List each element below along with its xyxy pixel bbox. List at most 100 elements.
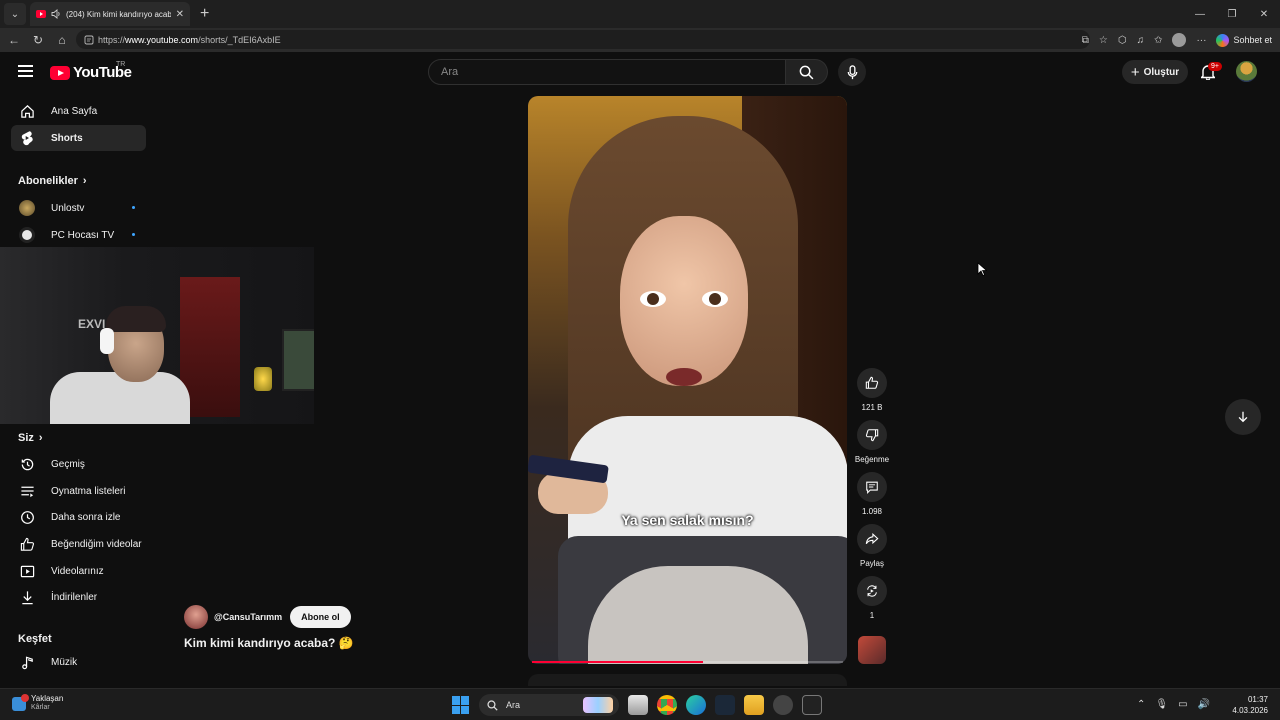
sidebar-item-playlists[interactable]: Oynatma listeleri [11,478,146,504]
speaker-icon[interactable] [51,9,61,19]
next-short-button[interactable] [1225,399,1261,435]
chrome-icon[interactable] [657,695,677,715]
maximize-icon[interactable]: ❐ [1216,0,1248,28]
refresh-icon[interactable]: ↻ [26,33,50,47]
copilot-button[interactable]: Sohbet et [1216,33,1272,47]
minimize-icon[interactable]: — [1184,0,1216,28]
steam-icon[interactable] [715,695,735,715]
share-label: Paylaş [859,559,884,568]
display-icon[interactable]: ▭ [1178,699,1187,710]
share-action: Paylaş [857,524,887,568]
tab-close-icon[interactable]: ✕ [176,9,184,20]
sound-thumbnail[interactable] [858,636,886,664]
short-video-player[interactable]: Ya sen salak mısın? [528,96,847,664]
sidebar-item-downloads[interactable]: İndirilenler [11,584,146,610]
search-button[interactable] [786,59,828,85]
microphone-icon[interactable]: 🎙 [1155,699,1168,710]
chevron-right-icon: › [38,432,43,444]
plus-icon: + [1130,63,1140,81]
sidebar-item-history[interactable]: Geçmiş [11,451,146,477]
channel-name: Unlostv [51,202,85,214]
site-info-icon[interactable] [84,35,94,45]
edge-icon[interactable] [686,695,706,715]
comments-button[interactable] [857,472,887,502]
volume-icon[interactable]: 🔊 [1198,699,1210,710]
webcam-lamp [254,367,272,391]
windows-start-icon[interactable] [452,696,470,714]
search-icon [487,699,498,711]
sidebar-item-label: Shorts [51,132,83,144]
home-icon[interactable]: ⌂ [50,33,74,47]
search-icon [799,65,814,79]
task-view-icon[interactable] [628,695,648,715]
favorites-icon[interactable]: ✩ [1154,35,1162,46]
window-controls: — ❐ ✕ [1184,0,1280,28]
you-heading[interactable]: Siz › [18,432,43,444]
tab-actions-chevron-icon[interactable]: ⌄ [4,3,26,25]
music-note-icon [21,655,33,669]
sidebar-item-your-videos[interactable]: Videolarınız [11,558,146,584]
copilot-label: Sohbet et [1233,35,1272,45]
app-icon[interactable] [773,695,793,715]
search-input[interactable] [441,66,785,78]
sidebar-channel-item[interactable]: Unlostv [11,195,146,221]
widgets-button[interactable]: Yaklaşan Kârlar [12,694,63,711]
taskbar-search[interactable]: Ara [479,694,619,716]
region-code: TR [116,61,126,68]
system-tray: ⌃ 🎙 ▭ 🔊 [1137,699,1210,710]
close-window-icon[interactable]: ✕ [1248,0,1280,28]
chevron-up-icon[interactable]: ⌃ [1137,699,1145,710]
account-avatar[interactable] [1236,61,1257,82]
windows-taskbar: Yaklaşan Kârlar Ara ⌃ 🎙 ▭ 🔊 01:37 4.03.2… [0,688,1280,720]
extensions-icon[interactable]: ⬡ [1118,35,1127,46]
menu-hamburger-icon[interactable] [18,65,33,77]
system-clock[interactable]: 01:37 4.03.2026 [1232,694,1268,716]
voice-search-button[interactable] [838,58,866,86]
channel-name: PC Hocası TV [51,229,115,241]
channel-avatar[interactable] [184,605,208,629]
microphone-icon [847,64,857,79]
new-content-dot [132,206,135,209]
share-button[interactable] [857,524,887,554]
more-menu-icon[interactable]: ··· [1196,35,1206,46]
dislike-button[interactable] [857,420,887,450]
sidebar-item-label: Geçmiş [51,458,85,470]
video-progress-bar[interactable] [532,661,843,663]
browser-profile-icon[interactable] [1172,33,1187,47]
video-title: Kim kimi kandırıyo acaba? 🤔 [184,636,354,650]
sidebar-item-label: Ana Sayfa [51,105,98,117]
favorite-star-icon[interactable]: ☆ [1099,35,1108,46]
sidebar-item-music[interactable]: Müzik [11,649,146,675]
browser-tab[interactable]: (204) Kim kimi kandırıyo acaba? ✕ [30,2,190,26]
sidebar-item-label: Videolarınız [51,565,104,577]
channel-avatar [19,227,35,243]
sidebar-item-liked-videos[interactable]: Beğendiğim videolar [11,531,146,557]
streamer [50,302,190,424]
channel-name[interactable]: @CansuTarımm [214,612,282,622]
create-button[interactable]: + Oluştur [1122,60,1188,84]
sidebar-channel-item[interactable]: PC Hocası TV [11,222,146,248]
back-icon[interactable]: ← [2,33,26,47]
file-explorer-icon[interactable] [744,695,764,715]
clock-icon [20,510,34,524]
media-control-icon[interactable]: ♫ [1137,35,1145,46]
new-tab-icon[interactable]: + [200,5,209,23]
sidebar-item-watch-later[interactable]: Daha sonra izle [11,504,146,530]
copilot-icon [1216,33,1230,47]
remix-icon [867,585,877,597]
widget-subtitle: Kârlar [31,704,50,711]
sidebar-item-label: Beğendiğim videolar [51,538,142,550]
channel-avatar [19,200,35,216]
app-install-icon[interactable]: ⧉ [1082,35,1089,46]
address-bar[interactable]: https://www.youtube.com/shorts/_TdEI6Axb… [76,30,1090,49]
sidebar-item-home[interactable]: Ana Sayfa [11,98,146,124]
remix-button[interactable] [857,576,887,606]
subscriptions-heading[interactable]: Abonelikler › [18,175,87,187]
sidebar-item-shorts[interactable]: Shorts [11,125,146,151]
thumbs-down-icon [865,429,879,442]
subscribe-button[interactable]: Abone ol [290,606,351,628]
like-button[interactable] [857,368,887,398]
history-icon [21,458,33,470]
mouse-cursor-icon [977,262,987,277]
epic-games-icon[interactable] [802,695,822,715]
